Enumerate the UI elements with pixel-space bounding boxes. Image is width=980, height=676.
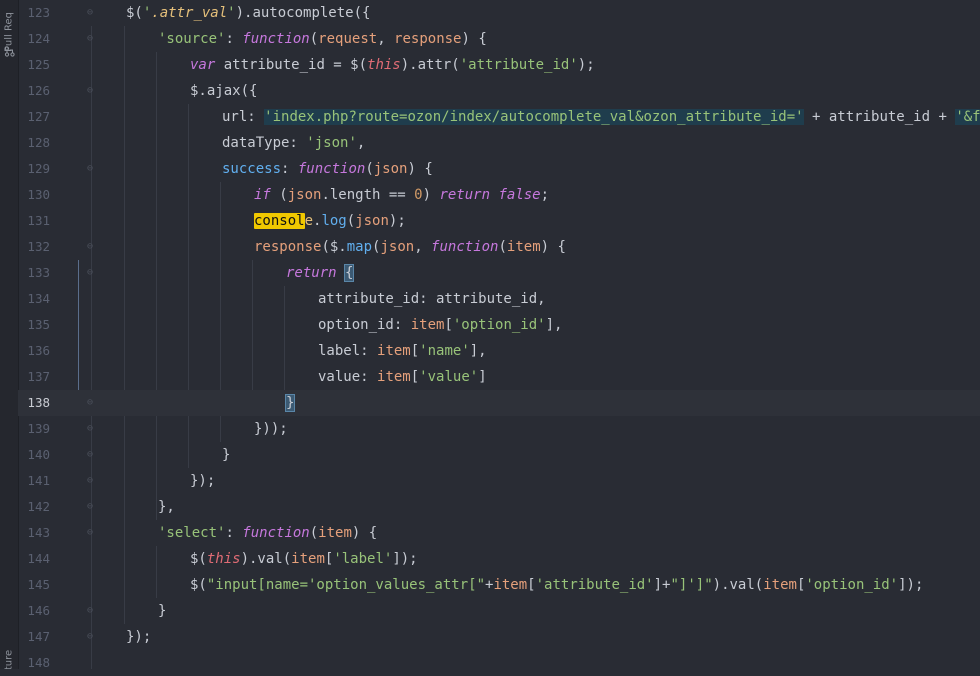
fold-icon[interactable]: ⊖	[84, 267, 96, 279]
code-text: attribute_id: attribute_id,	[318, 291, 546, 307]
code-line[interactable]: 125 var attribute_id = $(this).attr('att…	[18, 52, 980, 78]
code-text: $(this).val(item['label']);	[190, 551, 418, 567]
line-number: 144	[27, 551, 50, 566]
structure-tab-label: ture	[3, 649, 15, 669]
fold-icon[interactable]: ⊖	[84, 33, 96, 45]
fold-icon[interactable]: ⊖	[84, 631, 96, 643]
line-number: 148	[27, 655, 50, 670]
code-text: console.log(json);	[254, 213, 406, 229]
code-line[interactable]: 126 ⊖ $.ajax({	[18, 78, 980, 104]
code-text: 'select': function(item) {	[158, 525, 378, 541]
line-number: 139	[27, 421, 50, 436]
code-line[interactable]: 128 dataType: 'json',	[18, 130, 980, 156]
code-text: dataType: 'json',	[222, 135, 366, 151]
line-number: 147	[27, 629, 50, 644]
line-number: 145	[27, 577, 50, 592]
line-number: 126	[27, 83, 50, 98]
code-line[interactable]: 135 option_id: item['option_id'],	[18, 312, 980, 338]
code-line[interactable]: 145 $("input[name='option_values_attr["+…	[18, 572, 980, 598]
line-number: 143	[27, 525, 50, 540]
line-number: 138	[27, 395, 50, 410]
code-editor[interactable]: 123 ⊖ $('.attr_val').autocomplete({ 124 …	[18, 0, 980, 670]
fold-icon[interactable]: ⊖	[84, 501, 96, 513]
code-line[interactable]: 123 ⊖ $('.attr_val').autocomplete({	[18, 0, 980, 26]
line-number: 134	[27, 291, 50, 306]
fold-icon[interactable]: ⊖	[84, 397, 96, 409]
code-line[interactable]: 130 if (json.length == 0) return false;	[18, 182, 980, 208]
line-number: 133	[27, 265, 50, 280]
code-line[interactable]: 147 ⊖ });	[18, 624, 980, 650]
line-number: 146	[27, 603, 50, 618]
line-number: 123	[27, 5, 50, 20]
fold-icon[interactable]: ⊖	[84, 163, 96, 175]
code-line[interactable]: 131 console.log(json);	[18, 208, 980, 234]
line-number: 125	[27, 57, 50, 72]
line-number: 135	[27, 317, 50, 332]
line-number: 136	[27, 343, 50, 358]
code-text: }));	[254, 421, 288, 437]
code-line[interactable]: 127 url: 'index.php?route=ozon/index/aut…	[18, 104, 980, 130]
line-number: 131	[27, 213, 50, 228]
code-text: $('.attr_val').autocomplete({	[126, 5, 371, 21]
code-text: 'source': function(request, response) {	[158, 31, 487, 47]
fold-icon[interactable]: ⊖	[84, 423, 96, 435]
fold-icon[interactable]: ⊖	[84, 475, 96, 487]
code-text: value: item['value']	[318, 369, 487, 385]
code-text: if (json.length == 0) return false;	[254, 187, 550, 203]
code-line[interactable]: 143 ⊖ 'select': function(item) {	[18, 520, 980, 546]
line-number: 142	[27, 499, 50, 514]
line-number: 140	[27, 447, 50, 462]
code-line[interactable]: 133 ⊖ return {	[18, 260, 980, 286]
code-text: });	[190, 473, 216, 489]
structure-tab[interactable]: ture	[1, 646, 17, 669]
code-line[interactable]: 148	[18, 650, 980, 676]
left-tool-strip: Pull Req ture	[0, 0, 19, 669]
line-number: 141	[27, 473, 50, 488]
code-line[interactable]: 144 $(this).val(item['label']);	[18, 546, 980, 572]
pull-request-icon	[4, 46, 15, 57]
code-line[interactable]: 134 attribute_id: attribute_id,	[18, 286, 980, 312]
code-text: $("input[name='option_values_attr["+item…	[190, 577, 924, 593]
code-text: },	[158, 499, 175, 515]
code-text: }	[222, 447, 231, 463]
line-number: 127	[27, 109, 50, 124]
code-text: success: function(json) {	[222, 161, 433, 177]
code-text: option_id: item['option_id'],	[318, 317, 563, 333]
code-text: url: 'index.php?route=ozon/index/autocom…	[222, 104, 980, 130]
code-line[interactable]: 132 ⊖ response($.map(json, function(item…	[18, 234, 980, 260]
code-line[interactable]: 142 ⊖ },	[18, 494, 980, 520]
line-number: 128	[27, 135, 50, 150]
fold-icon[interactable]: ⊖	[84, 605, 96, 617]
line-number: 137	[27, 369, 50, 384]
code-line[interactable]: 129 ⊖ success: function(json) {	[18, 156, 980, 182]
fold-icon[interactable]: ⊖	[84, 449, 96, 461]
fold-icon[interactable]: ⊖	[84, 85, 96, 97]
line-number: 124	[27, 31, 50, 46]
code-text: label: item['name'],	[318, 343, 487, 359]
code-text: $.ajax({	[190, 83, 258, 99]
code-line[interactable]: 139 ⊖ }));	[18, 416, 980, 442]
fold-icon[interactable]: ⊖	[84, 241, 96, 253]
code-line[interactable]: 140 ⊖ }	[18, 442, 980, 468]
code-line[interactable]: 137 value: item['value']	[18, 364, 980, 390]
line-number: 132	[27, 239, 50, 254]
code-text: });	[126, 629, 152, 645]
code-text: response($.map(json, function(item) {	[254, 239, 566, 255]
code-line[interactable]: 124 ⊖ 'source': function(request, respon…	[18, 26, 980, 52]
code-line[interactable]: 141 ⊖ });	[18, 468, 980, 494]
line-number: 129	[27, 161, 50, 176]
code-line[interactable]: 146 ⊖ }	[18, 598, 980, 624]
code-text: }	[158, 603, 167, 619]
line-number: 130	[27, 187, 50, 202]
code-text: }	[286, 390, 295, 416]
current-code-line[interactable]: 138 ⊖ }	[18, 390, 980, 416]
matched-brace: }	[286, 395, 295, 411]
fold-icon[interactable]: ⊖	[84, 527, 96, 539]
code-text: return {	[286, 265, 354, 281]
code-line[interactable]: 136 label: item['name'],	[18, 338, 980, 364]
matched-brace: {	[345, 265, 354, 281]
pull-requests-tab[interactable]: Pull Req	[1, 2, 17, 62]
code-text: var attribute_id = $(this).attr('attribu…	[190, 57, 595, 73]
fold-icon[interactable]: ⊖	[84, 7, 96, 19]
